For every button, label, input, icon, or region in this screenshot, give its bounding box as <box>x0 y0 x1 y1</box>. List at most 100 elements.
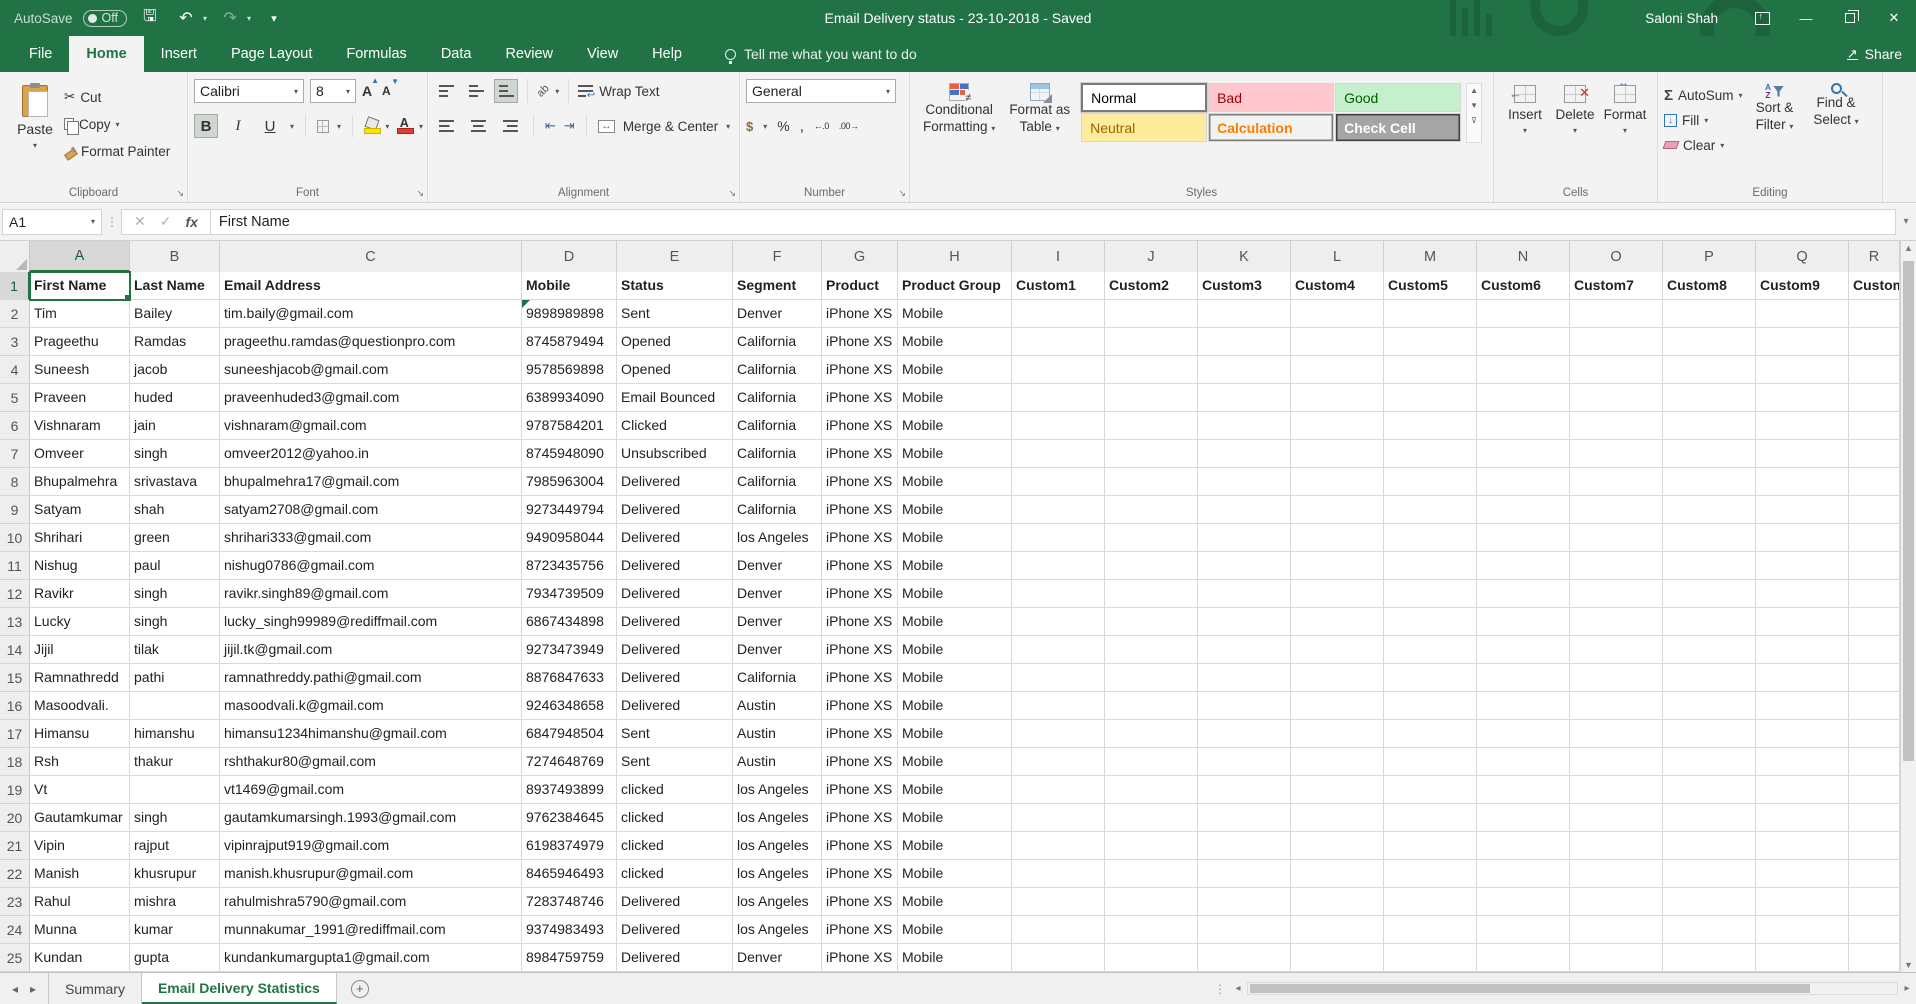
cell-A17[interactable]: Himansu <box>30 720 130 748</box>
cell-N4[interactable] <box>1477 356 1570 384</box>
gallery-scrollbar[interactable]: ▲▼⊽ <box>1466 83 1482 143</box>
cell-H7[interactable]: Mobile <box>898 440 1012 468</box>
cell-D10[interactable]: 9490958044 <box>522 524 617 552</box>
cell-N16[interactable] <box>1477 692 1570 720</box>
cell-J14[interactable] <box>1105 636 1198 664</box>
cell-style-neutral[interactable]: Neutral <box>1081 113 1207 142</box>
row-header-18[interactable]: 18 <box>0 748 30 776</box>
cell-P15[interactable] <box>1663 664 1756 692</box>
cell-M17[interactable] <box>1384 720 1477 748</box>
cell-L5[interactable] <box>1291 384 1384 412</box>
bottom-align-button[interactable] <box>494 79 518 103</box>
cell-A21[interactable]: Vipin <box>30 832 130 860</box>
cell-L19[interactable] <box>1291 776 1384 804</box>
cell-B9[interactable]: shah <box>130 496 220 524</box>
cell-N2[interactable] <box>1477 300 1570 328</box>
bold-button[interactable]: B <box>194 114 218 138</box>
cell-B5[interactable]: huded <box>130 384 220 412</box>
cell-H1[interactable]: Product Group <box>898 272 1012 300</box>
comma-style-button[interactable]: , <box>800 118 804 135</box>
cell-K1[interactable]: Custom3 <box>1198 272 1291 300</box>
cell-N14[interactable] <box>1477 636 1570 664</box>
cell-P21[interactable] <box>1663 832 1756 860</box>
ribbon-tab-view[interactable]: View <box>570 36 635 72</box>
column-header-F[interactable]: F <box>733 241 822 272</box>
cell-C13[interactable]: lucky_singh99989@rediffmail.com <box>220 608 522 636</box>
cell-C3[interactable]: prageethu.ramdas@questionpro.com <box>220 328 522 356</box>
cell-G17[interactable]: iPhone XS <box>822 720 898 748</box>
cell-E14[interactable]: Delivered <box>617 636 733 664</box>
cell-A12[interactable]: Ravikr <box>30 580 130 608</box>
cell-K17[interactable] <box>1198 720 1291 748</box>
cell-A18[interactable]: Rsh <box>30 748 130 776</box>
number-format-select[interactable]: General▾ <box>746 79 896 103</box>
ribbon-tab-help[interactable]: Help <box>635 36 699 72</box>
cell-K23[interactable] <box>1198 888 1291 916</box>
cell-R8[interactable] <box>1849 468 1900 496</box>
cell-K21[interactable] <box>1198 832 1291 860</box>
cell-C2[interactable]: tim.baily@gmail.com <box>220 300 522 328</box>
cell-I16[interactable] <box>1012 692 1105 720</box>
cell-I13[interactable] <box>1012 608 1105 636</box>
cell-E23[interactable]: Delivered <box>617 888 733 916</box>
increase-indent-icon[interactable]: ⇥ <box>564 118 575 134</box>
cell-P24[interactable] <box>1663 916 1756 944</box>
cell-I19[interactable] <box>1012 776 1105 804</box>
cell-B19[interactable] <box>130 776 220 804</box>
cell-B20[interactable]: singh <box>130 804 220 832</box>
cell-J11[interactable] <box>1105 552 1198 580</box>
cell-A7[interactable]: Omveer <box>30 440 130 468</box>
cell-A22[interactable]: Manish <box>30 860 130 888</box>
row-header-13[interactable]: 13 <box>0 608 30 636</box>
cell-F19[interactable]: los Angeles <box>733 776 822 804</box>
cell-L16[interactable] <box>1291 692 1384 720</box>
cell-Q11[interactable] <box>1756 552 1849 580</box>
row-header-1[interactable]: 1 <box>0 272 30 300</box>
formula-bar-splitter[interactable]: ⋮ <box>102 215 121 229</box>
column-header-P[interactable]: P <box>1663 241 1756 272</box>
cell-D8[interactable]: 7985963004 <box>522 468 617 496</box>
cell-P2[interactable] <box>1663 300 1756 328</box>
cell-R17[interactable] <box>1849 720 1900 748</box>
ribbon-tab-insert[interactable]: Insert <box>144 36 214 72</box>
cell-L2[interactable] <box>1291 300 1384 328</box>
cell-O10[interactable] <box>1570 524 1663 552</box>
cell-P25[interactable] <box>1663 944 1756 972</box>
ribbon-tab-file[interactable]: File <box>12 36 69 72</box>
cell-C24[interactable]: munnakumar_1991@rediffmail.com <box>220 916 522 944</box>
cell-N25[interactable] <box>1477 944 1570 972</box>
cell-F16[interactable]: Austin <box>733 692 822 720</box>
row-header-16[interactable]: 16 <box>0 692 30 720</box>
cell-O2[interactable] <box>1570 300 1663 328</box>
cell-J25[interactable] <box>1105 944 1198 972</box>
merge-center-icon[interactable]: ↔ <box>598 120 615 133</box>
cell-M15[interactable] <box>1384 664 1477 692</box>
cell-G14[interactable]: iPhone XS <box>822 636 898 664</box>
cell-I20[interactable] <box>1012 804 1105 832</box>
decrease-decimal-icon[interactable]: .00→ <box>839 121 859 131</box>
scroll-up-icon[interactable]: ▲ <box>1901 243 1916 253</box>
italic-button[interactable]: I <box>226 114 250 138</box>
cell-D5[interactable]: 6389934090 <box>522 384 617 412</box>
cell-L14[interactable] <box>1291 636 1384 664</box>
cell-P16[interactable] <box>1663 692 1756 720</box>
autosum-button[interactable]: ΣAutoSum▾ <box>1664 85 1743 105</box>
cell-N1[interactable]: Custom6 <box>1477 272 1570 300</box>
cell-K14[interactable] <box>1198 636 1291 664</box>
cell-L11[interactable] <box>1291 552 1384 580</box>
number-dialog-launcher-icon[interactable]: ↘ <box>898 188 906 199</box>
cell-H11[interactable]: Mobile <box>898 552 1012 580</box>
ribbon-tab-page-layout[interactable]: Page Layout <box>214 36 329 72</box>
cell-F18[interactable]: Austin <box>733 748 822 776</box>
cell-F10[interactable]: los Angeles <box>733 524 822 552</box>
cell-F4[interactable]: California <box>733 356 822 384</box>
cell-Q21[interactable] <box>1756 832 1849 860</box>
cell-A9[interactable]: Satyam <box>30 496 130 524</box>
cell-G21[interactable]: iPhone XS <box>822 832 898 860</box>
cell-G3[interactable]: iPhone XS <box>822 328 898 356</box>
cell-I17[interactable] <box>1012 720 1105 748</box>
cell-D23[interactable]: 7283748746 <box>522 888 617 916</box>
cell-M2[interactable] <box>1384 300 1477 328</box>
cell-R5[interactable] <box>1849 384 1900 412</box>
cell-C12[interactable]: ravikr.singh89@gmail.com <box>220 580 522 608</box>
